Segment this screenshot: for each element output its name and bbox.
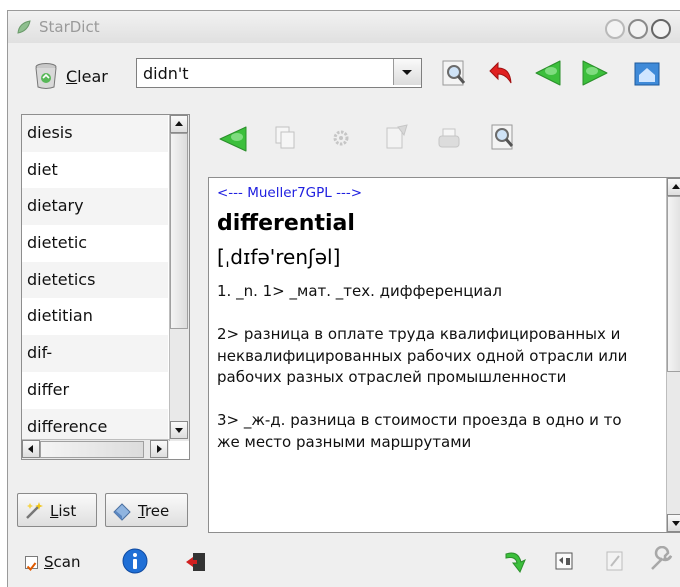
article-vertical-scrollbar[interactable] — [666, 178, 680, 532]
window-title: StarDict — [39, 18, 100, 36]
list-item[interactable]: dietary — [22, 188, 168, 226]
scan-arrow-icon[interactable] — [503, 548, 529, 576]
info-icon[interactable] — [121, 547, 149, 575]
word-list-horizontal-scrollbar[interactable] — [22, 439, 169, 459]
list-item[interactable]: dif- — [22, 335, 168, 372]
scroll-right-button[interactable] — [150, 440, 168, 458]
search-in-article-icon[interactable] — [490, 123, 516, 151]
list-item[interactable]: diet — [22, 152, 168, 189]
stardict-window: StarDict Clear didn't diesis diet dietar… — [7, 10, 680, 587]
search-input[interactable]: didn't — [143, 64, 189, 83]
scroll-thumb[interactable] — [170, 133, 188, 329]
wrench-icon[interactable] — [647, 546, 675, 574]
edit-document-icon[interactable] — [384, 123, 410, 151]
copy-icon[interactable] — [274, 125, 296, 151]
dictionary-manager-icon[interactable] — [554, 550, 576, 572]
printer-icon[interactable] — [436, 127, 462, 151]
title-bar: StarDict — [8, 11, 680, 43]
article-view[interactable]: <--- Mueller7GPL ---> differential [ˌdɪf… — [208, 177, 680, 533]
arrow-up-icon — [175, 121, 183, 126]
word-list-vertical-scrollbar[interactable] — [169, 115, 189, 441]
article-scroll-thumb[interactable] — [667, 196, 680, 372]
status-bar: Scan — [8, 539, 680, 587]
stardict-logo-icon — [17, 20, 31, 34]
next-green-arrow-icon[interactable] — [581, 59, 609, 87]
article-definition: 1. _n. 1> _мат. _тех. дифференциал 2> ра… — [217, 282, 628, 451]
list-item[interactable]: dietitian — [22, 298, 168, 335]
tree-tab-label: Tree — [138, 502, 170, 520]
arrow-left-icon — [28, 445, 33, 453]
list-tab-button[interactable]: List — [17, 493, 97, 527]
search-button-icon[interactable] — [440, 59, 468, 87]
list-item[interactable]: differ — [22, 372, 168, 409]
dictionary-name: <--- Mueller7GPL ---> — [217, 185, 363, 201]
word-list-pane: diesis diet dietary dietetic dietetics d… — [21, 114, 190, 460]
arrow-up-icon — [672, 184, 680, 189]
arrow-down-icon — [175, 428, 183, 433]
tree-books-icon — [113, 503, 131, 521]
list-tab-label: List — [50, 502, 77, 520]
arrow-down-icon — [672, 521, 680, 526]
main-toolbar: Clear didn't — [8, 51, 680, 91]
minimize-button[interactable] — [605, 19, 625, 39]
list-item[interactable]: difference — [22, 408, 168, 441]
search-combo[interactable]: didn't — [136, 58, 422, 88]
list-item[interactable]: dietetic — [22, 225, 168, 262]
article-scroll-up-button[interactable] — [667, 178, 680, 196]
trash-icon — [35, 63, 57, 89]
close-button[interactable] — [651, 19, 671, 39]
gear-icon[interactable] — [332, 129, 350, 147]
list-item[interactable]: diesis — [22, 115, 168, 152]
article-scroll-down-button[interactable] — [667, 514, 680, 532]
quit-door-icon[interactable] — [185, 551, 207, 573]
article-transcription: [ˌdɪfə'renʃəl] — [217, 245, 341, 269]
search-dropdown-button[interactable] — [393, 59, 421, 85]
preferences-icon[interactable] — [603, 549, 627, 573]
previous-green-arrow-icon[interactable] — [534, 59, 562, 87]
chevron-down-icon — [402, 70, 412, 75]
arrow-right-icon — [157, 445, 162, 453]
maximize-button[interactable] — [628, 19, 648, 39]
scroll-left-button[interactable] — [22, 440, 40, 458]
pronounce-green-arrow-icon[interactable] — [218, 125, 248, 153]
magic-wand-icon — [26, 502, 43, 519]
clear-label: Clear — [66, 67, 108, 86]
article-headword: differential — [217, 211, 355, 236]
scroll-down-button[interactable] — [170, 421, 188, 439]
back-arrow-icon[interactable] — [486, 59, 514, 87]
clear-button[interactable]: Clear — [26, 59, 136, 91]
scroll-up-button[interactable] — [170, 115, 188, 133]
word-list: diesis diet dietary dietetic dietetics d… — [22, 115, 168, 441]
home-icon[interactable] — [633, 59, 661, 87]
horizontal-scroll-thumb[interactable] — [40, 441, 144, 458]
list-item[interactable]: dietetics — [22, 261, 168, 299]
scan-checkbox[interactable] — [25, 556, 38, 572]
checkmark-icon — [26, 562, 37, 572]
scan-label[interactable]: Scan — [44, 553, 80, 571]
tree-tab-button[interactable]: Tree — [105, 493, 188, 527]
